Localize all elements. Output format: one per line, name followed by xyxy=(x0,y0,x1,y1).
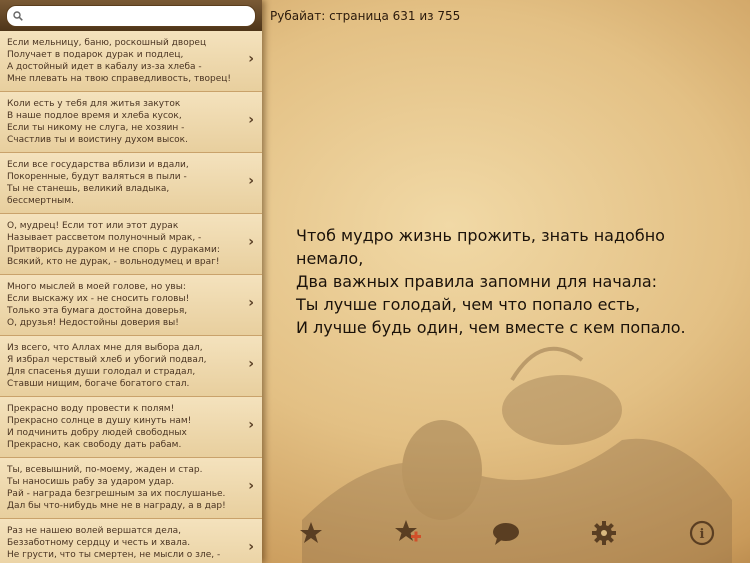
chevron-right-icon: › xyxy=(248,356,254,372)
chevron-right-icon: › xyxy=(248,173,254,189)
list-item-line: бессмертным. xyxy=(7,196,74,206)
list-item-line: О, мудрец! Если тот или этот дурак xyxy=(7,221,179,231)
list-item-line: Если мельницу, баню, роскошный дворец xyxy=(7,38,207,48)
list-item-line: Я избрал черствый хлеб и убогий подвал, xyxy=(7,355,207,365)
list-item-line: В наше подлое время и хлеба кусок, xyxy=(7,111,182,121)
search-icon xyxy=(13,10,23,21)
list-item-line: Рай - награда безгрешным за их послушань… xyxy=(7,489,226,499)
list-item-line: Беззаботному сердцу и честь и хвала. xyxy=(7,538,191,548)
list-item-line: Если все государства вблизи и вдали, xyxy=(7,160,189,170)
page-title: Рубайат: страница 631 из 755 xyxy=(270,9,461,23)
list-item[interactable]: Ты, всевышний, по-моему, жаден и стар. Ты… xyxy=(0,458,262,519)
star-add-icon[interactable] xyxy=(393,518,423,548)
list-item[interactable]: Из всего, что Аллах мне для выбора дал, Я… xyxy=(0,336,262,397)
list-item-line: Прекрасно воду провести к полям! xyxy=(7,404,175,414)
sidebar-list: Если мельницу, баню, роскошный дворец Пол… xyxy=(0,0,262,563)
list-item-line: Покоренные, будут валяться в пыли - xyxy=(7,172,187,182)
poem-line: немало, xyxy=(296,249,364,268)
svg-text:i: i xyxy=(700,527,705,542)
search-input[interactable] xyxy=(27,8,251,23)
info-icon[interactable]: i xyxy=(687,518,717,548)
star-icon[interactable] xyxy=(296,518,326,548)
list-item-line: Ты, всевышний, по-моему, жаден и стар. xyxy=(7,465,203,475)
list-item-line: Называет рассветом полуночный мрак, - xyxy=(7,233,202,243)
list-item-line: А достойный идет в кабалу из-за хлеба - xyxy=(7,62,202,72)
rubai-list: Если мельницу, баню, роскошный дворец Пол… xyxy=(0,31,262,563)
comment-icon[interactable] xyxy=(491,518,521,548)
list-item-line: Получает в подарок дурак и подлец, xyxy=(7,50,184,60)
list-item-line: Дал бы что-нибудь мне не в награду, а в … xyxy=(7,501,226,511)
chevron-right-icon: › xyxy=(248,51,254,67)
list-item[interactable]: Много мыслей в моей голове, но увы: Если … xyxy=(0,275,262,336)
list-item-line: Ты наносишь рабу за ударом удар. xyxy=(7,477,175,487)
list-item-line: Много мыслей в моей голове, но увы: xyxy=(7,282,186,292)
gear-icon[interactable] xyxy=(589,518,619,548)
poem-text: Чтоб мудро жизнь прожить, знать надобно … xyxy=(296,224,726,339)
chevron-right-icon: › xyxy=(248,478,254,494)
list-item[interactable]: О, мудрец! Если тот или этот дурак Называ… xyxy=(0,214,262,275)
list-item-line: Всякий, кто не дурак, - вольнодумец и вр… xyxy=(7,257,220,267)
list-item-line: Из всего, что Аллах мне для выбора дал, xyxy=(7,343,203,353)
chevron-right-icon: › xyxy=(248,112,254,128)
list-item-line: Только эта бумага достойна доверья, xyxy=(7,306,188,316)
poem-line: Ты лучше голодай, чем что попало есть, xyxy=(296,295,641,314)
list-item-line: Прекрасно, как свободу дать рабам. xyxy=(7,440,182,450)
list-item-line: Раз не нашею волей вершатся дела, xyxy=(7,526,181,536)
list-item-line: Не грусти, что ты смертен, не мысли о зл… xyxy=(7,550,221,560)
list-item-line: Мне плевать на твою справедливость, твор… xyxy=(7,74,231,84)
list-item-line: Прекрасно солнце в душу кинуть нам! xyxy=(7,416,192,426)
list-item-line: И подчинить добру людей свободных xyxy=(7,428,187,438)
chevron-right-icon: › xyxy=(248,295,254,311)
chevron-right-icon: › xyxy=(248,234,254,250)
poem-line: Чтоб мудро жизнь прожить, знать надобно xyxy=(296,226,665,245)
list-item-line: Притворись дураком и не спорь с дураками… xyxy=(7,245,220,255)
list-item-line: Ставши нищим, богаче богатого стал. xyxy=(7,379,190,389)
list-item-line: Если ты никому не слуга, не хозяин - xyxy=(7,123,185,133)
list-item-line: Для спасенья души голодал и страдал, xyxy=(7,367,196,377)
list-item-line: О, друзья! Недостойны доверия вы! xyxy=(7,318,179,328)
list-item[interactable]: Если мельницу, баню, роскошный дворец Пол… xyxy=(0,31,262,92)
poem-line: Два важных правила запомни для начала: xyxy=(296,272,658,291)
list-item-line: Если выскажу их - не сносить головы! xyxy=(7,294,190,304)
list-item-line: Коли есть у тебя для житья закуток xyxy=(7,99,181,109)
search-bar xyxy=(0,0,262,31)
list-item-line: Ты не станешь, великий владыка, xyxy=(7,184,170,194)
list-item[interactable]: Раз не нашею волей вершатся дела, Беззабо… xyxy=(0,519,262,563)
chevron-right-icon: › xyxy=(248,417,254,433)
chevron-right-icon: › xyxy=(248,539,254,555)
list-item[interactable]: Если все государства вблизи и вдали, Поко… xyxy=(0,153,262,214)
list-item-line: Счастлив ты и воистину духом высок. xyxy=(7,135,188,145)
list-item[interactable]: Коли есть у тебя для житья закуток В наше… xyxy=(0,92,262,153)
poem-line: И лучше будь один, чем вместе с кем попа… xyxy=(296,318,686,337)
list-item[interactable]: Прекрасно воду провести к полям! Прекрасн… xyxy=(0,397,262,458)
search-field[interactable] xyxy=(6,4,256,27)
